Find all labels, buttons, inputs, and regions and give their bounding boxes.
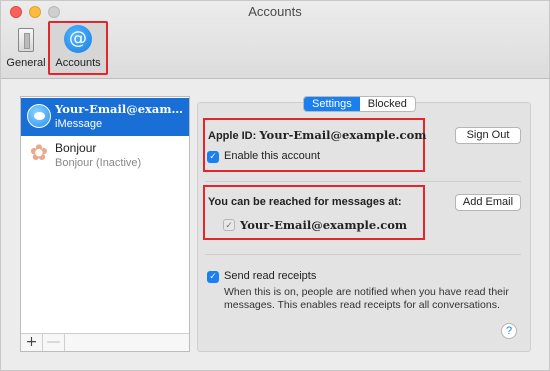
switch-icon bbox=[18, 28, 34, 52]
toolbar-accounts-label: Accounts bbox=[55, 57, 101, 69]
apple-id-row: Apple ID: Your-Email@example.com bbox=[208, 128, 426, 142]
read-receipts-description: When this is on, people are notified whe… bbox=[224, 286, 509, 311]
window-title: Accounts bbox=[248, 4, 302, 19]
toolbar-general-label: General bbox=[6, 57, 46, 69]
add-email-button[interactable]: Add Email bbox=[455, 194, 521, 211]
reach-email-value: Your-Email@example.com bbox=[240, 218, 408, 232]
accounts-list: Your-Email@exam… iMessage ✿ Bonjour Bonj… bbox=[20, 96, 190, 352]
tab-blocked[interactable]: Blocked bbox=[360, 97, 415, 111]
read-receipts-checkbox[interactable]: ✓ bbox=[207, 271, 219, 283]
accounts-window: Accounts General @ Accounts Your-Email@e… bbox=[0, 0, 550, 371]
account-type: Bonjour (Inactive) bbox=[55, 157, 142, 169]
divider bbox=[205, 254, 521, 255]
toolbar-accounts-tab[interactable]: @ Accounts bbox=[48, 21, 108, 75]
list-footer: + — bbox=[21, 333, 189, 351]
reach-email-checkbox[interactable]: ✓ bbox=[223, 219, 235, 231]
tab-switcher: Settings Blocked bbox=[303, 96, 416, 112]
sign-out-button[interactable]: Sign Out bbox=[455, 127, 521, 144]
bonjour-icon: ✿ bbox=[29, 141, 49, 166]
enable-account-checkbox[interactable]: ✓ bbox=[207, 151, 219, 163]
account-item-bonjour[interactable]: ✿ Bonjour Bonjour (Inactive) bbox=[21, 137, 189, 175]
add-account-button[interactable]: + bbox=[21, 334, 43, 351]
at-sign-icon: @ bbox=[64, 25, 92, 53]
enable-account-label: Enable this account bbox=[224, 150, 321, 162]
divider bbox=[205, 181, 521, 182]
help-button[interactable]: ? bbox=[501, 323, 517, 339]
imessage-icon bbox=[27, 104, 51, 128]
read-receipts-label: Send read receipts bbox=[224, 270, 317, 282]
account-name: Your-Email@exam… bbox=[55, 102, 183, 116]
title-toolbar: Accounts General @ Accounts bbox=[1, 1, 549, 79]
tab-settings[interactable]: Settings bbox=[304, 97, 360, 111]
apple-id-label: Apple ID: bbox=[208, 130, 257, 142]
reach-at-label: You can be reached for messages at: bbox=[208, 196, 402, 208]
account-item-imessage[interactable]: Your-Email@exam… iMessage bbox=[21, 98, 189, 136]
highlight-box-apple-id bbox=[203, 118, 425, 172]
account-type: iMessage bbox=[55, 118, 103, 130]
account-name: Bonjour bbox=[55, 141, 97, 155]
remove-account-button[interactable]: — bbox=[43, 334, 65, 351]
toolbar-general-tab[interactable]: General bbox=[4, 23, 48, 73]
apple-id-value: Your-Email@example.com bbox=[259, 128, 427, 142]
